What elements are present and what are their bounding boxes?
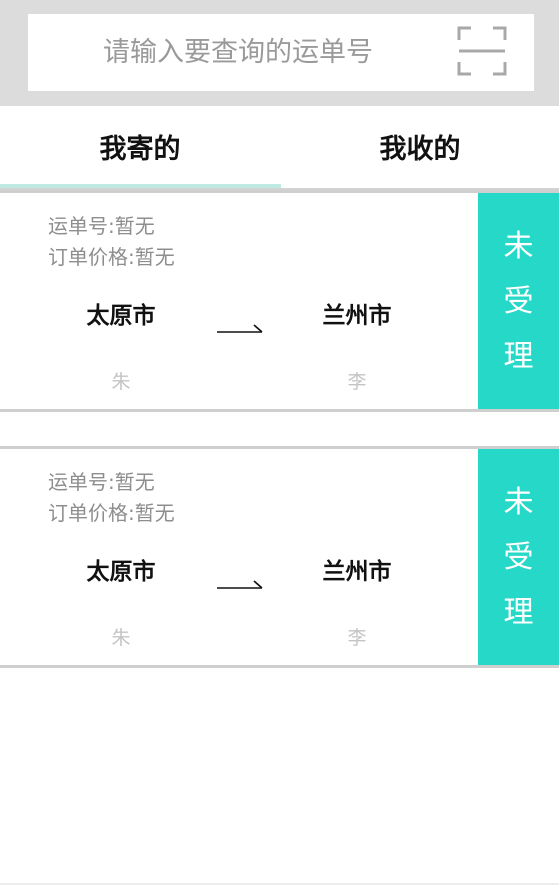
arrow-right-icon xyxy=(217,580,263,589)
origin-city: 太原市 xyxy=(86,559,156,585)
status-char: 受 xyxy=(503,283,534,319)
waybill-search-input[interactable] xyxy=(28,14,448,91)
sender-name: 朱 xyxy=(111,627,131,649)
tab-received[interactable]: 我收的 xyxy=(280,106,559,186)
order-price: 订单价格:暂无 xyxy=(48,245,175,269)
waybill-number: 运单号:暂无 xyxy=(48,470,155,494)
receiver-name: 李 xyxy=(347,371,367,393)
divider xyxy=(0,409,559,412)
sender-name: 朱 xyxy=(111,371,131,393)
origin-city: 太原市 xyxy=(86,303,156,329)
waybill-number: 运单号:暂无 xyxy=(48,214,155,238)
divider xyxy=(0,190,559,193)
scan-icon[interactable] xyxy=(457,26,507,76)
receiver-name: 李 xyxy=(347,627,367,649)
order-card[interactable]: 运单号:暂无 订单价格:暂无 太原市 兰州市 朱 李 未 受 理 xyxy=(0,190,559,412)
divider xyxy=(0,665,559,668)
destination-city: 兰州市 xyxy=(322,559,392,585)
search-bar xyxy=(0,0,559,106)
status-char: 未 xyxy=(503,484,534,520)
status-char: 未 xyxy=(503,228,534,264)
tab-sent[interactable]: 我寄的 xyxy=(0,106,280,186)
status-char: 受 xyxy=(503,539,534,575)
tab-bar: 我寄的 我收的 xyxy=(0,106,559,191)
destination-city: 兰州市 xyxy=(322,303,392,329)
arrow-right-icon xyxy=(217,324,263,333)
status-char: 理 xyxy=(503,594,534,630)
status-badge: 未 受 理 xyxy=(478,193,559,409)
status-char: 理 xyxy=(503,338,534,374)
status-badge: 未 受 理 xyxy=(478,449,559,665)
divider xyxy=(0,446,559,449)
order-card[interactable]: 运单号:暂无 订单价格:暂无 太原市 兰州市 朱 李 未 受 理 xyxy=(0,446,559,668)
order-price: 订单价格:暂无 xyxy=(48,501,175,525)
search-box xyxy=(28,14,534,91)
